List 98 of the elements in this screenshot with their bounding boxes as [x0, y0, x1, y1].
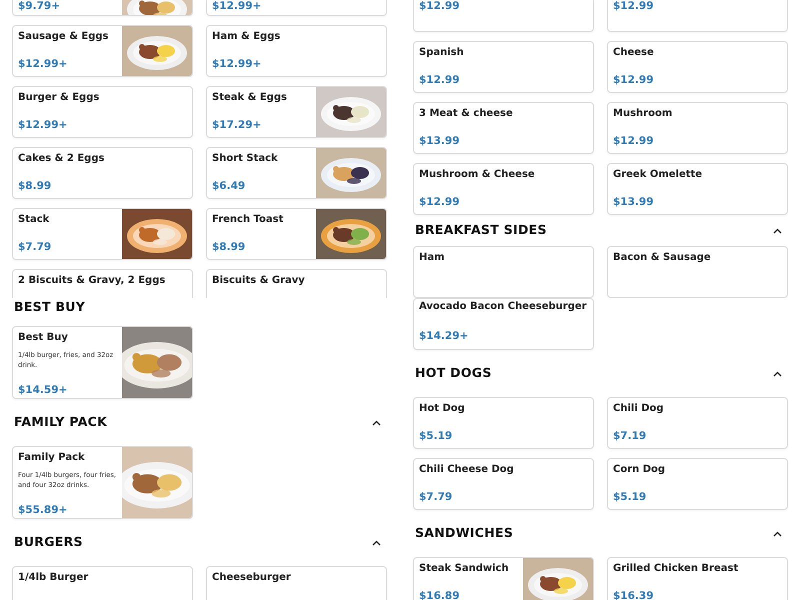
item-price: $12.99	[419, 0, 461, 13]
item-name: Spanish	[419, 47, 465, 60]
item-price: $12.99+	[212, 58, 262, 70]
item-name: Cakes & 2 Eggs	[18, 153, 106, 166]
item-price: $17.29+	[212, 118, 262, 132]
menu-item-card[interactable]: Cheeseburger	[206, 566, 387, 600]
chevron-up-icon[interactable]	[372, 540, 381, 546]
item-price: $7.19	[613, 430, 648, 442]
item-price: $55.89+	[18, 504, 68, 516]
item-name: Avocado Bacon Cheeseburger	[419, 301, 588, 314]
item-price: $5.19	[613, 490, 648, 504]
menu-item-card[interactable]: Stack $7.79	[12, 208, 193, 260]
item-price: $8.99	[212, 240, 246, 254]
section-heading: BEST BUY	[14, 298, 86, 316]
menu-item-card[interactable]: 1/4lb Burger	[12, 566, 193, 600]
menu-item-card[interactable]: Steak Sandwich $16.89	[413, 557, 594, 600]
item-price: $12.99	[613, 0, 655, 13]
item-price: $13.99	[613, 196, 655, 208]
menu-item-card[interactable]: Cheese $12.99	[607, 41, 788, 93]
item-name: Cheese	[613, 47, 655, 60]
item-price: $7.79	[18, 240, 52, 254]
item-price: $13.99	[419, 134, 461, 148]
chevron-up-icon[interactable]	[773, 370, 782, 376]
item-name: Short Stack	[212, 153, 279, 166]
menu-item-card[interactable]: $12.99+	[206, 0, 387, 16]
item-price: $12.99	[419, 196, 461, 208]
menu-item-card[interactable]: $12.99	[413, 0, 594, 32]
item-price: $12.99+	[18, 118, 68, 132]
chevron-up-icon[interactable]	[773, 228, 782, 234]
item-name: Ham & Eggs	[212, 31, 282, 44]
menu-item-card[interactable]: $9.79+	[12, 0, 193, 16]
item-price: $12.99	[613, 74, 655, 86]
item-price: $8.99	[18, 180, 52, 192]
menu-item-card[interactable]: $12.99	[607, 0, 788, 32]
section-heading: FAMILY PACK	[14, 413, 108, 432]
item-price: $5.19	[419, 430, 454, 442]
item-name: Best Buy	[18, 332, 69, 344]
menu-item-card[interactable]: Biscuits & Gravy	[206, 269, 387, 298]
item-name: Mushroom	[613, 108, 674, 120]
item-price: $6.49	[212, 180, 246, 192]
menu-item-card[interactable]: Avocado Bacon Cheeseburger $14.29+	[413, 298, 594, 350]
item-name: 3 Meat & cheese	[419, 108, 514, 120]
item-name: Corn Dog	[613, 464, 666, 476]
item-price: $12.99+	[18, 58, 68, 70]
chevron-up-icon[interactable]	[372, 420, 381, 426]
item-price: $14.59+	[18, 384, 68, 396]
menu-item-card[interactable]: Short Stack $6.49	[206, 147, 387, 199]
menu-item-card[interactable]: Spanish $12.99	[413, 41, 594, 93]
item-name: Grilled Chicken Breast	[613, 563, 740, 576]
item-price: $12.99	[419, 74, 461, 86]
menu-item-card[interactable]: Mushroom $12.99	[607, 102, 788, 154]
menu-item-card[interactable]: Cakes & 2 Eggs $8.99	[12, 147, 193, 199]
menu-item-card[interactable]: Grilled Chicken Breast $16.39	[607, 557, 788, 600]
item-price: $12.99	[613, 134, 655, 148]
section-heading: BREAKFAST SIDES	[415, 221, 547, 240]
item-price: $9.79+	[18, 0, 62, 13]
item-name: Chili Cheese Dog	[419, 464, 515, 476]
menu-item-card[interactable]: Chili Dog $7.19	[607, 397, 788, 449]
section-heading: SANDWICHES	[415, 524, 514, 542]
section-heading: HOT DOGS	[415, 364, 492, 382]
menu-item-card[interactable]: Steak & Eggs $17.29+	[206, 86, 387, 138]
menu-item-card[interactable]: Ham & Eggs $12.99+	[206, 25, 387, 77]
item-name: Bacon & Sausage	[613, 252, 712, 264]
item-name: French Toast	[212, 214, 284, 226]
item-name: Steak & Eggs	[212, 92, 288, 104]
item-name: Steak Sandwich	[419, 563, 510, 576]
item-name: Ham	[419, 252, 446, 264]
menu-item-card[interactable]: Greek Omelette $13.99	[607, 163, 788, 215]
item-name: 1/4lb Burger	[18, 572, 90, 584]
item-name: Family Pack	[18, 452, 86, 464]
menu-item-card[interactable]: 2 Biscuits & Gravy, 2 Eggs	[12, 269, 193, 298]
menu-item-card[interactable]: Chili Cheese Dog $7.79	[413, 458, 594, 510]
chevron-up-icon[interactable]	[773, 530, 782, 536]
menu-item-card[interactable]: Corn Dog $5.19	[607, 458, 788, 510]
item-name: Stack	[18, 214, 50, 226]
item-price: $14.29+	[419, 330, 470, 343]
item-name: Chili Dog	[613, 403, 665, 416]
item-price: $12.99+	[212, 0, 262, 13]
item-name: Burger & Eggs	[18, 92, 100, 104]
item-name: Cheeseburger	[212, 572, 292, 584]
menu-item-card[interactable]: 3 Meat & cheese $13.99	[413, 102, 594, 154]
menu-item-card[interactable]: Burger & Eggs $12.99+	[12, 86, 193, 138]
menu-item-card[interactable]: Hot Dog $5.19	[413, 397, 594, 449]
item-price: $7.79	[419, 490, 454, 504]
menu-item-card[interactable]: Sausage & Eggs $12.99+	[12, 25, 193, 77]
item-name: Greek Omelette	[613, 169, 704, 182]
item-name: Biscuits & Gravy	[212, 275, 306, 288]
menu-item-card[interactable]: Ham	[413, 246, 594, 298]
item-name: Mushroom & Cheese	[419, 169, 536, 182]
item-price: $16.39	[613, 590, 655, 600]
item-name: 2 Biscuits & Gravy, 2 Eggs	[18, 275, 166, 288]
item-name: Sausage & Eggs	[18, 31, 110, 44]
item-price: $16.89	[419, 590, 461, 600]
section-heading: BURGERS	[14, 533, 83, 552]
menu-item-card[interactable]: Bacon & Sausage	[607, 246, 788, 298]
menu-item-card[interactable]: French Toast $8.99	[206, 208, 387, 260]
menu-item-card[interactable]: Mushroom & Cheese $12.99	[413, 163, 594, 215]
item-name: Hot Dog	[419, 403, 466, 416]
